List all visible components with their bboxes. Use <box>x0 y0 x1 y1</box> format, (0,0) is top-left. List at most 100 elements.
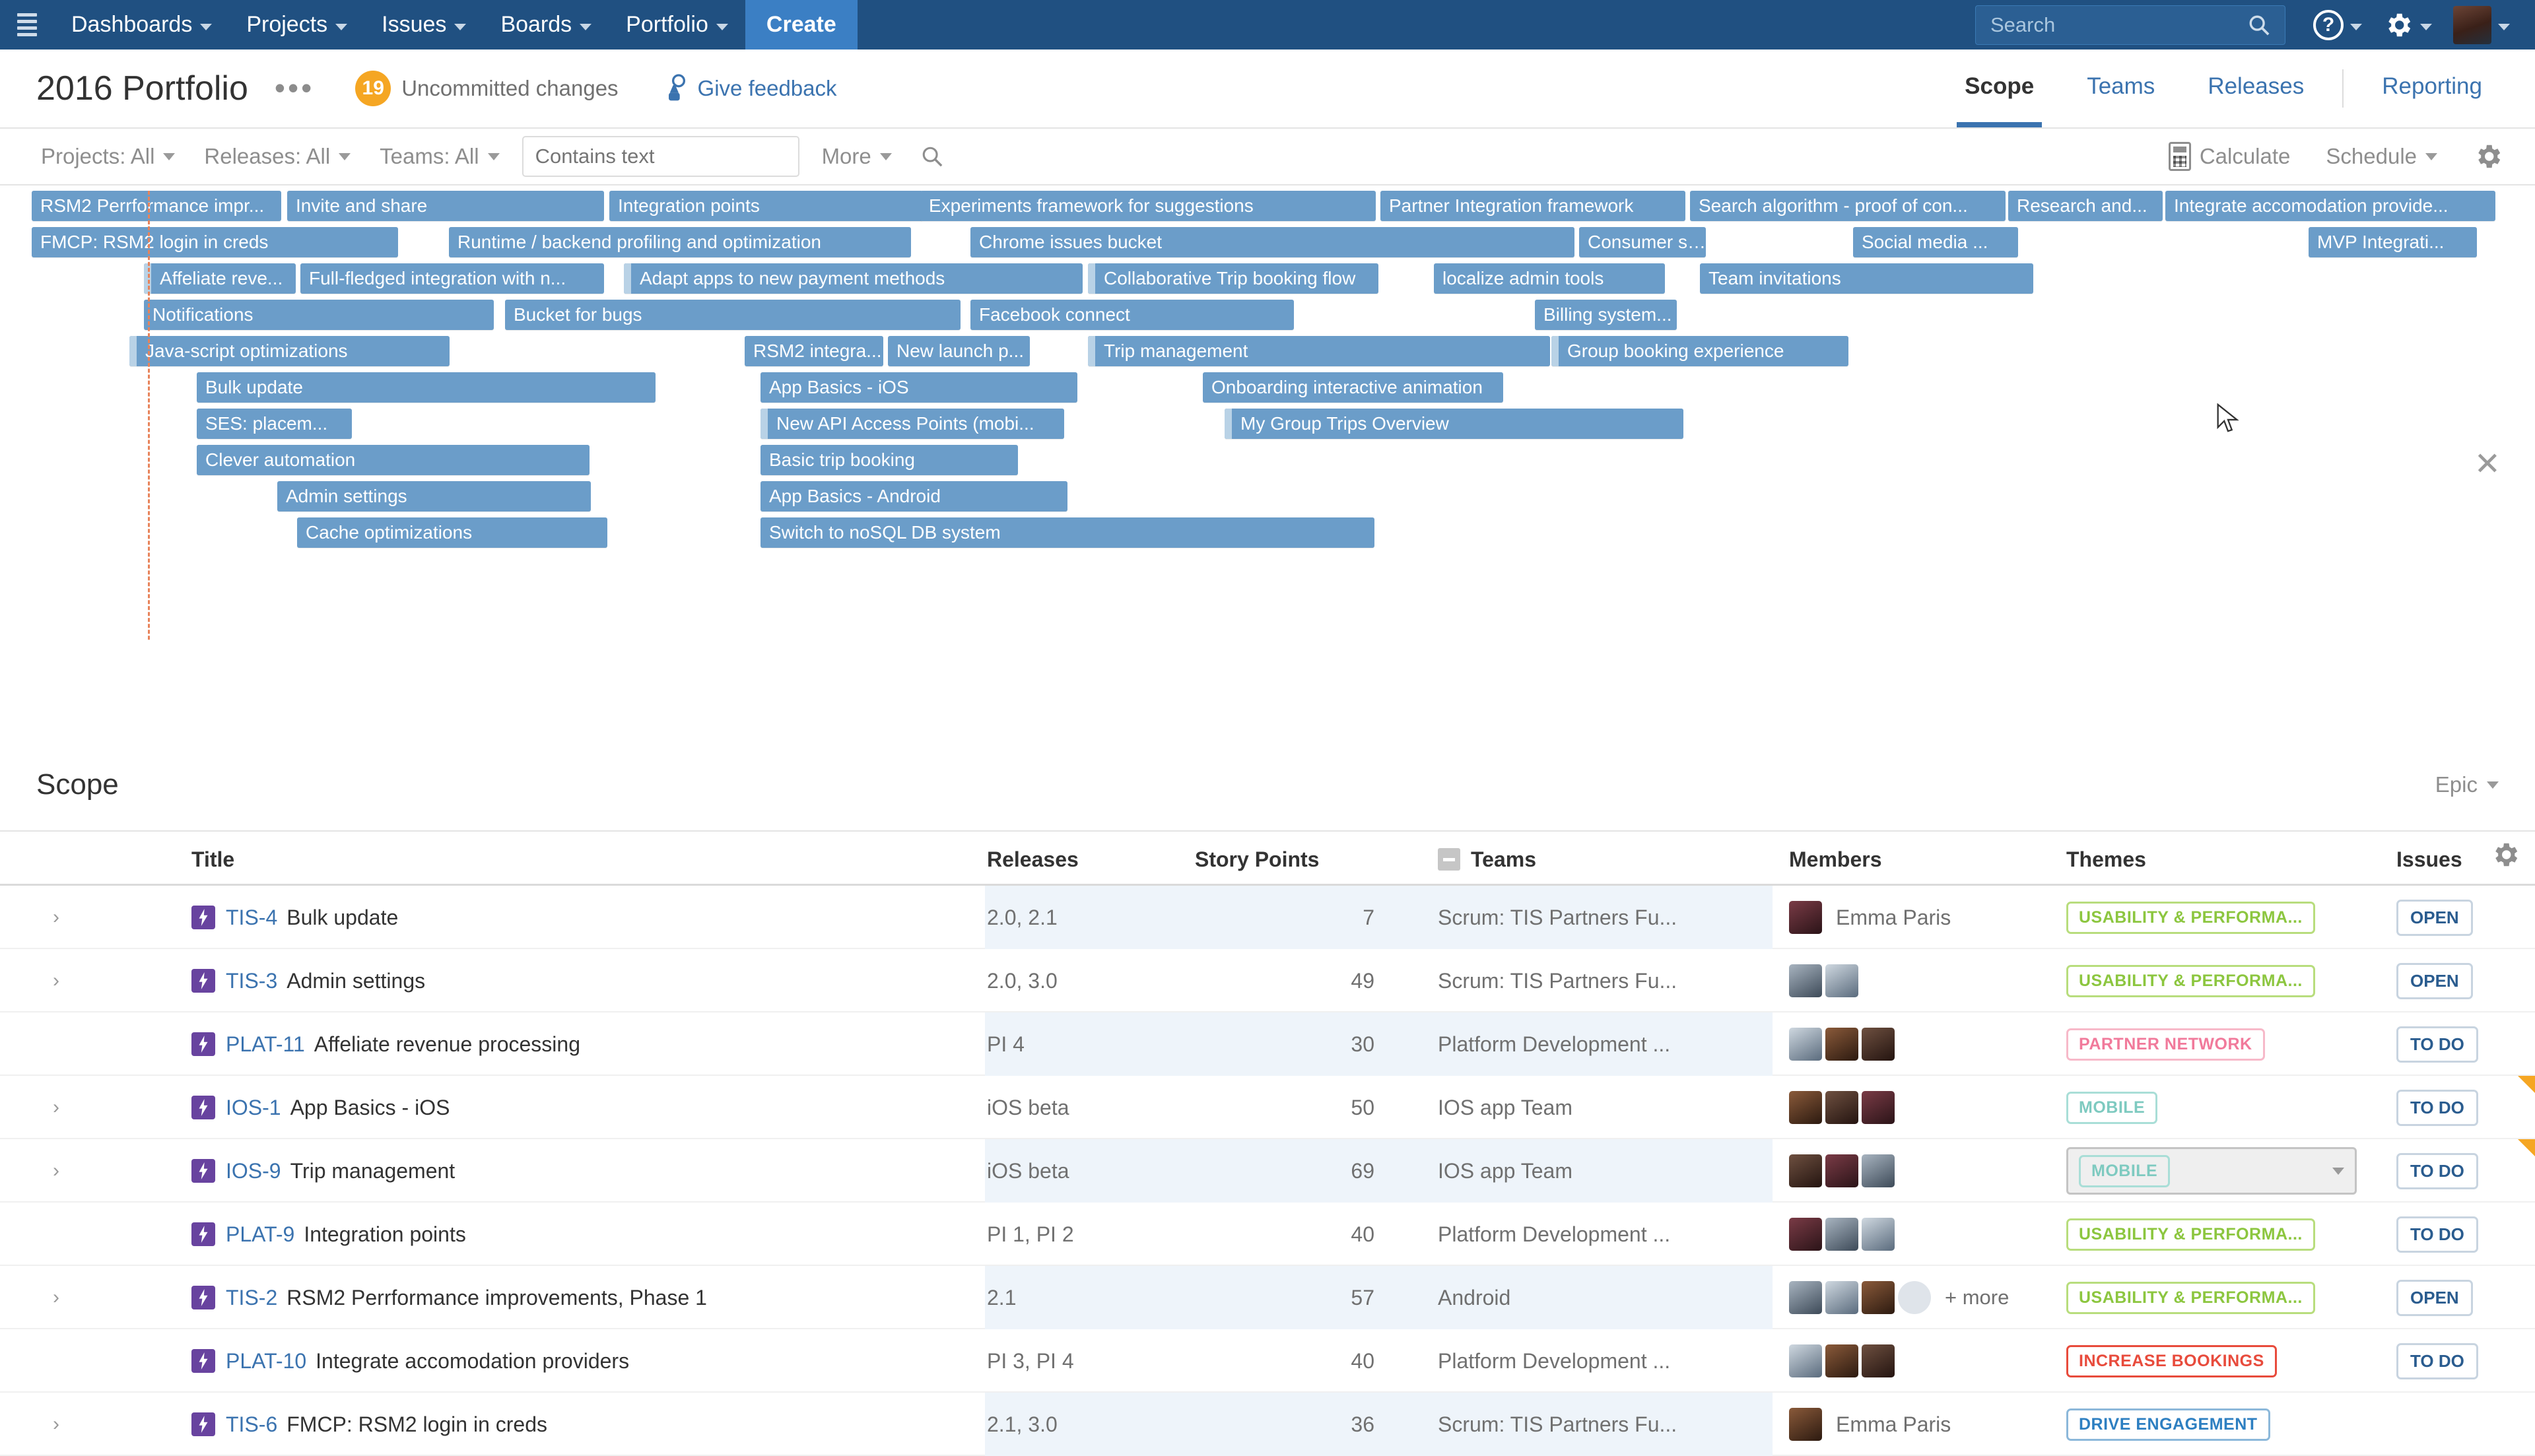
gantt-bar[interactable]: Research and... <box>2008 191 2163 221</box>
cell-team[interactable]: Platform Development ... <box>1438 1329 1774 1393</box>
cell-story-points[interactable]: 50 <box>1188 1076 1400 1139</box>
gantt-bar[interactable]: App Basics - Android <box>760 481 1067 512</box>
gantt-bar[interactable]: Bucket for bugs <box>505 300 961 330</box>
column-header-story-points[interactable]: Story Points <box>1188 832 1400 887</box>
gantt-bar[interactable]: Affeliate reve... <box>144 263 296 294</box>
filter-projects[interactable]: Projects: All <box>26 144 189 169</box>
gantt-bar[interactable]: localize admin tools <box>1434 263 1665 294</box>
cell-releases[interactable]: PI 1, PI 2 <box>987 1203 1192 1266</box>
cell-issue-status[interactable]: OPEN <box>2396 949 2535 1012</box>
calculate-button[interactable]: Calculate <box>2154 142 2305 171</box>
gantt-bar[interactable]: Runtime / backend profiling and optimiza… <box>449 227 911 257</box>
gantt-bar[interactable]: Chrome issues bucket <box>970 227 1574 257</box>
status-badge[interactable]: TO DO <box>2396 1026 2478 1063</box>
nav-item-projects[interactable]: Projects <box>229 0 364 50</box>
table-row[interactable]: PLAT-9Integration pointsPI 1, PI 240Plat… <box>0 1203 2535 1266</box>
gantt-bar[interactable]: RSM2 integra... <box>745 336 883 366</box>
more-actions-button[interactable]: ••• <box>275 79 314 98</box>
cell-members[interactable] <box>1789 1076 2066 1139</box>
theme-tag[interactable]: USABILITY & PERFORMA... <box>2066 1218 2315 1251</box>
theme-tag[interactable]: MOBILE <box>2079 1155 2170 1187</box>
theme-tag[interactable]: USABILITY & PERFORMA... <box>2066 965 2315 997</box>
column-header-members[interactable]: Members <box>1789 832 2066 887</box>
cell-team[interactable]: IOS app Team <box>1438 1139 1774 1203</box>
cell-team[interactable]: Platform Development ... <box>1438 1012 1774 1076</box>
cell-themes[interactable]: USABILITY & PERFORMA... <box>2066 1266 2390 1329</box>
gantt-bar[interactable]: Trip management <box>1088 336 1550 366</box>
cell-members[interactable]: Emma Paris <box>1789 886 2066 949</box>
cell-members[interactable] <box>1789 1203 2066 1266</box>
issue-key-link[interactable]: TIS-2 <box>226 1286 277 1310</box>
column-header-title[interactable]: Title <box>191 832 234 887</box>
cell-issue-status[interactable]: TO DO <box>2396 1203 2535 1266</box>
gantt-bar[interactable]: Invite and share <box>287 191 604 221</box>
avatar[interactable] <box>1789 901 1822 934</box>
issue-key-link[interactable]: PLAT-11 <box>226 1032 305 1057</box>
cell-releases[interactable]: 2.0, 3.0 <box>987 949 1192 1012</box>
gantt-bar[interactable]: Bulk update <box>197 372 656 403</box>
cell-themes[interactable]: MOBILE <box>2066 1076 2390 1139</box>
issue-key-link[interactable]: IOS-9 <box>226 1159 281 1183</box>
cell-releases[interactable]: PI 3, PI 4 <box>987 1329 1192 1393</box>
cell-releases[interactable]: 2.1 <box>987 1266 1192 1329</box>
cell-team[interactable]: IOS app Team <box>1438 1076 1774 1139</box>
cell-issue-status[interactable]: TO DO <box>2396 1139 2535 1203</box>
cell-issue-status[interactable]: OPEN <box>2396 886 2535 949</box>
table-row[interactable]: ›TIS-2RSM2 Perrformance improvements, Ph… <box>0 1266 2535 1329</box>
gantt-bar[interactable]: Billing system... <box>1535 300 1677 330</box>
gantt-bar[interactable]: SES: placem... <box>197 409 352 439</box>
theme-tag[interactable]: PARTNER NETWORK <box>2066 1028 2265 1061</box>
gantt-bar[interactable]: Collaborative Trip booking flow <box>1088 263 1378 294</box>
gantt-bar[interactable]: Cache optimizations <box>297 517 607 548</box>
gantt-bar[interactable]: Group booking experience <box>1551 336 1848 366</box>
cell-issue-status[interactable]: OPEN <box>2396 1266 2535 1329</box>
cell-story-points[interactable]: 40 <box>1188 1329 1400 1393</box>
gantt-bar[interactable]: Clever automation <box>197 445 590 475</box>
cell-story-points[interactable]: 30 <box>1188 1012 1400 1076</box>
table-row[interactable]: ›IOS-9Trip managementiOS beta69IOS app T… <box>0 1139 2535 1203</box>
theme-tag[interactable]: MOBILE <box>2066 1092 2157 1124</box>
filter-more[interactable]: More <box>807 144 906 169</box>
tab-scope[interactable]: Scope <box>1938 50 2060 127</box>
give-feedback-button[interactable]: Give feedback <box>662 74 837 103</box>
cell-members[interactable] <box>1789 1329 2066 1393</box>
cell-issue-status[interactable] <box>2396 1393 2535 1456</box>
cell-team[interactable]: Scrum: TIS Partners Fu... <box>1438 1393 1774 1456</box>
issue-key-link[interactable]: TIS-6 <box>226 1412 277 1437</box>
gantt-bar[interactable]: Admin settings <box>277 481 591 512</box>
issue-key-link[interactable]: PLAT-9 <box>226 1222 294 1247</box>
status-badge[interactable]: OPEN <box>2396 1280 2473 1316</box>
theme-tag[interactable]: USABILITY & PERFORMA... <box>2066 902 2315 934</box>
gantt-bar[interactable]: Social media ... <box>1853 227 2018 257</box>
avatar[interactable] <box>1789 1408 1822 1441</box>
cell-team[interactable]: Platform Development ... <box>1438 1203 1774 1266</box>
gantt-bar[interactable]: Integration points <box>609 191 923 221</box>
gantt-bar[interactable]: Experiments framework for suggestions <box>920 191 1376 221</box>
avatar[interactable] <box>1825 1281 1858 1314</box>
table-row[interactable]: ›TIS-3Admin settings2.0, 3.049Scrum: TIS… <box>0 949 2535 1012</box>
cell-themes[interactable]: USABILITY & PERFORMA... <box>2066 949 2390 1012</box>
gantt-bar[interactable]: Consumer si... <box>1579 227 1706 257</box>
contains-text-input[interactable] <box>522 136 799 177</box>
help-button[interactable]: ? <box>2303 10 2373 40</box>
avatar[interactable] <box>1825 964 1858 997</box>
avatar[interactable] <box>1862 1281 1895 1314</box>
gantt-bar[interactable]: Search algorithm - proof of con... <box>1690 191 2006 221</box>
avatar[interactable] <box>1789 1218 1822 1251</box>
avatar[interactable] <box>1789 1028 1822 1061</box>
gantt-bar[interactable]: RSM2 Perrformance impr... <box>32 191 281 221</box>
cell-story-points[interactable]: 69 <box>1188 1139 1400 1203</box>
row-expand-toggle[interactable]: › <box>40 1266 73 1329</box>
gantt-bar[interactable]: New launch p... <box>888 336 1030 366</box>
tab-releases[interactable]: Releases <box>2181 50 2330 127</box>
cell-issue-status[interactable]: TO DO <box>2396 1076 2535 1139</box>
gantt-bar[interactable]: Facebook connect <box>970 300 1294 330</box>
gantt-bar[interactable]: New API Access Points (mobi... <box>760 409 1064 439</box>
settings-button[interactable] <box>2373 10 2443 40</box>
cell-themes[interactable]: MOBILE <box>2066 1139 2390 1203</box>
nav-item-portfolio[interactable]: Portfolio <box>609 0 745 50</box>
gantt-bar[interactable]: Onboarding interactive animation <box>1203 372 1503 403</box>
user-profile-button[interactable] <box>2443 6 2520 44</box>
theme-tag[interactable]: DRIVE ENGAGEMENT <box>2066 1408 2270 1441</box>
issue-key-link[interactable]: PLAT-10 <box>226 1349 306 1373</box>
